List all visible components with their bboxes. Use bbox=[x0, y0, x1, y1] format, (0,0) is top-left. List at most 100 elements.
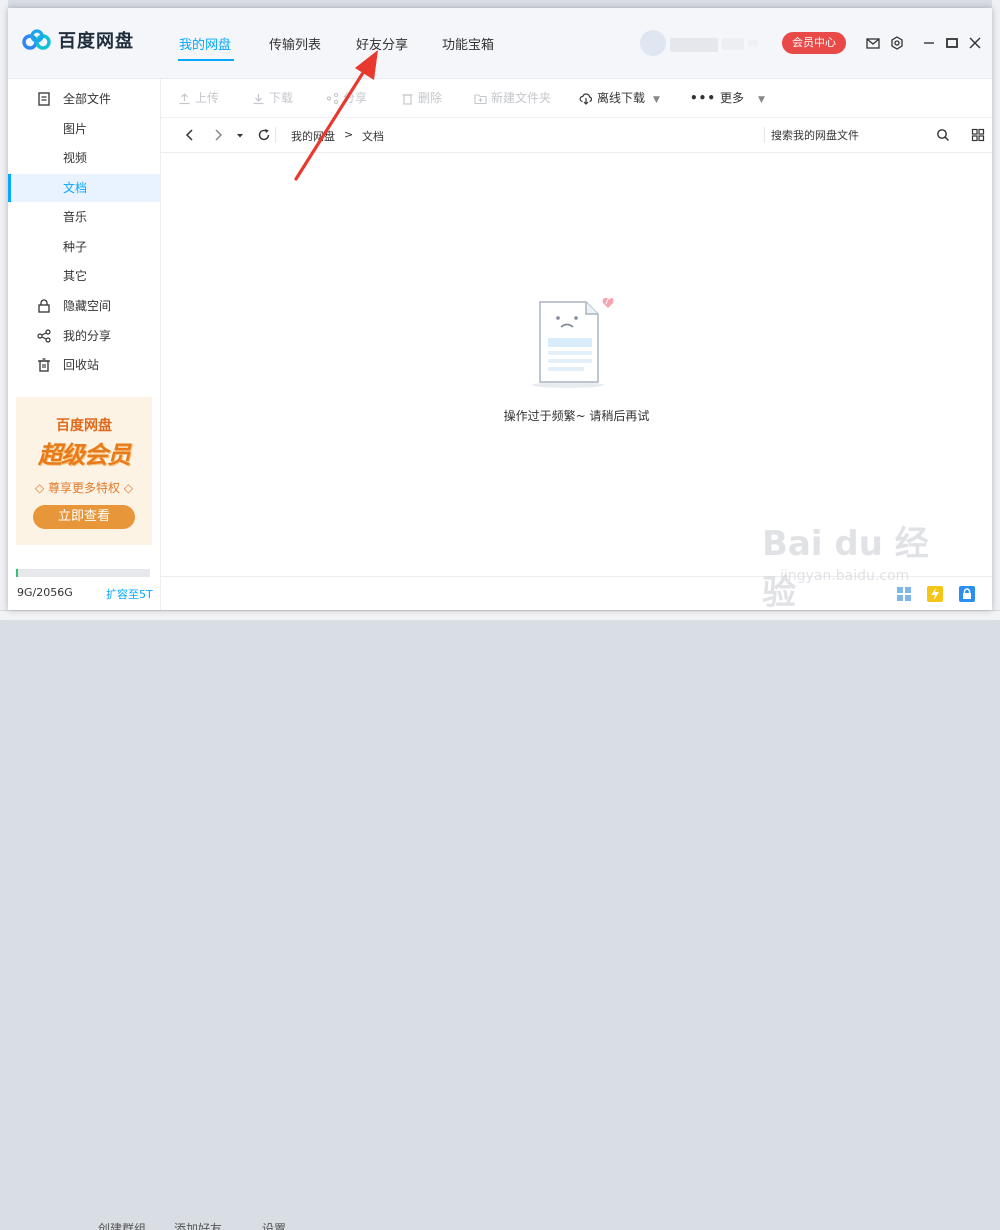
search-icon[interactable] bbox=[936, 128, 950, 142]
more-label: 更多 bbox=[720, 91, 745, 105]
expand-storage-link[interactable]: 扩容至5T bbox=[106, 586, 153, 602]
new-folder-icon bbox=[474, 94, 487, 105]
storage-usage-bar bbox=[16, 569, 150, 577]
baidu-jingyan-watermark: Bai du 经验 jingyan.baidu.com bbox=[762, 516, 942, 613]
share-button[interactable]: 分享 bbox=[326, 90, 367, 106]
chevron-down-icon: ▼ bbox=[758, 95, 765, 105]
blurred-username-tail bbox=[722, 38, 744, 50]
sidebar-item-label: 回收站 bbox=[63, 358, 100, 372]
empty-state-message: 操作过于频繁~ 请稍后再试 bbox=[503, 409, 650, 423]
search-separator bbox=[764, 127, 765, 143]
sidebar-item-hidden-space[interactable]: 隐藏空间 bbox=[8, 292, 160, 320]
share-label: 分享 bbox=[343, 91, 368, 105]
new-folder-button[interactable]: 新建文件夹 bbox=[474, 90, 551, 106]
app-logo[interactable]: 百度网盘 bbox=[22, 28, 134, 52]
sidebar-item-videos[interactable]: 视频 bbox=[8, 144, 160, 172]
background-tab-add-friend: 添加好友 bbox=[174, 1222, 223, 1230]
promo-brand: 百度网盘 bbox=[56, 418, 112, 434]
breadcrumb-my-netdisk[interactable]: 我的网盘 bbox=[291, 128, 335, 144]
app-name: 百度网盘 bbox=[58, 31, 134, 52]
sidebar-item-label: 文档 bbox=[63, 181, 88, 195]
vip-promo-banner[interactable]: 百度网盘 超级会员 ◇ 尊享更多特权 ◇ 立即查看 bbox=[16, 397, 152, 545]
tab-friend-share[interactable]: 好友分享 bbox=[356, 34, 408, 53]
watermark-main: Bai du 经验 bbox=[762, 524, 929, 613]
mail-icon[interactable] bbox=[865, 35, 881, 51]
search-input[interactable] bbox=[771, 125, 921, 145]
share-icon bbox=[36, 328, 52, 344]
delete-button[interactable]: 删除 bbox=[401, 90, 442, 106]
blurred-username bbox=[670, 38, 718, 52]
vip-center-button[interactable]: 会员中心 bbox=[782, 32, 846, 54]
sidebar-item-label: 种子 bbox=[63, 240, 88, 254]
background-tab-create-group: 创建群组 bbox=[98, 1222, 147, 1230]
upload-button[interactable]: 上传 bbox=[178, 90, 219, 106]
close-icon[interactable] bbox=[967, 35, 983, 51]
delete-icon bbox=[402, 94, 413, 105]
upload-label: 上传 bbox=[195, 91, 220, 105]
title-bar: 百度网盘 我的网盘 传输列表 好友分享 功能宝箱 会员中心 bbox=[8, 8, 992, 79]
more-dots-icon: ••• bbox=[690, 91, 717, 105]
new-folder-label: 新建文件夹 bbox=[491, 91, 552, 105]
storage-usage-text: 9G/2056G bbox=[17, 586, 73, 599]
sidebar-item-label: 全部文件 bbox=[63, 92, 112, 106]
view-now-button[interactable]: 立即查看 bbox=[33, 505, 135, 529]
sidebar-item-images[interactable]: 图片 bbox=[8, 115, 160, 143]
file-list-icon bbox=[36, 91, 52, 107]
offline-download-button[interactable]: 离线下载 ▼ bbox=[579, 90, 660, 106]
sidebar-item-recycle-bin[interactable]: 回收站 bbox=[8, 351, 160, 379]
more-button[interactable]: ••• 更多 ▼ bbox=[690, 90, 765, 106]
sidebar-item-other[interactable]: 其它 bbox=[8, 262, 160, 290]
sidebar: 全部文件 图片 视频 文档 音乐 种子 其它 隐藏空间 我的分享 回收站 百度网… bbox=[8, 79, 161, 610]
watermark-sub: jingyan.baidu.com bbox=[780, 568, 910, 584]
tab-toolbox[interactable]: 功能宝箱 bbox=[442, 34, 494, 53]
breadcrumb-separator: > bbox=[344, 128, 354, 141]
address-bar: 我的网盘 > 文档 bbox=[161, 118, 992, 153]
refresh-icon[interactable] bbox=[257, 128, 271, 142]
lock-icon bbox=[36, 298, 52, 314]
maximize-icon[interactable] bbox=[944, 35, 960, 51]
sidebar-item-label: 隐藏空间 bbox=[63, 299, 112, 313]
sidebar-item-torrents[interactable]: 种子 bbox=[8, 233, 160, 261]
sidebar-item-label: 视频 bbox=[63, 151, 88, 165]
download-label: 下载 bbox=[269, 91, 294, 105]
cloud-download-icon bbox=[579, 93, 592, 105]
active-tab-indicator bbox=[178, 59, 234, 61]
delete-label: 删除 bbox=[418, 91, 443, 105]
promo-subtitle: ◇ 尊享更多特权 ◇ bbox=[34, 481, 134, 495]
safe-box-icon[interactable] bbox=[959, 586, 975, 602]
background-window-edge-right bbox=[992, 0, 1000, 619]
trash-icon bbox=[36, 357, 52, 373]
avatar[interactable] bbox=[640, 30, 666, 56]
tab-transfer-list[interactable]: 传输列表 bbox=[269, 34, 321, 53]
sidebar-item-label: 我的分享 bbox=[63, 329, 112, 343]
sidebar-item-music[interactable]: 音乐 bbox=[8, 203, 160, 231]
minimize-icon[interactable] bbox=[921, 35, 937, 51]
sidebar-item-my-shares[interactable]: 我的分享 bbox=[8, 322, 160, 350]
sidebar-item-label: 图片 bbox=[63, 122, 88, 136]
baidu-netdisk-logo-icon bbox=[22, 29, 51, 50]
gear-icon[interactable] bbox=[889, 35, 905, 51]
address-separator bbox=[275, 127, 276, 143]
breadcrumb-documents[interactable]: 文档 bbox=[362, 128, 384, 144]
chevron-down-icon: ▼ bbox=[653, 95, 660, 105]
upload-icon bbox=[179, 93, 190, 105]
download-icon bbox=[253, 94, 264, 105]
sidebar-item-label: 其它 bbox=[63, 269, 88, 283]
promo-title: 超级会员 bbox=[38, 441, 131, 469]
background-window-edge-left bbox=[0, 0, 8, 619]
download-button[interactable]: 下载 bbox=[252, 90, 293, 106]
grid-view-icon[interactable] bbox=[971, 128, 985, 142]
sidebar-item-label: 音乐 bbox=[63, 210, 88, 224]
sidebar-item-all-files[interactable]: 全部文件 bbox=[8, 85, 160, 113]
history-dropdown-icon[interactable] bbox=[233, 128, 247, 142]
tab-my-netdisk[interactable]: 我的网盘 bbox=[179, 34, 231, 53]
back-icon[interactable] bbox=[183, 128, 197, 142]
offline-download-label: 离线下载 bbox=[597, 91, 646, 105]
share-tool-icon bbox=[326, 92, 339, 105]
sidebar-item-documents[interactable]: 文档 bbox=[8, 174, 160, 202]
sad-document-illustration bbox=[532, 297, 614, 388]
storage-usage-fill bbox=[16, 569, 18, 577]
toolbar: 上传 下载 分享 删除 新建文件夹 离线下载 ▼ ••• 更多 ▼ bbox=[161, 79, 992, 118]
forward-icon[interactable] bbox=[211, 128, 225, 142]
blurred-badge bbox=[748, 40, 758, 46]
